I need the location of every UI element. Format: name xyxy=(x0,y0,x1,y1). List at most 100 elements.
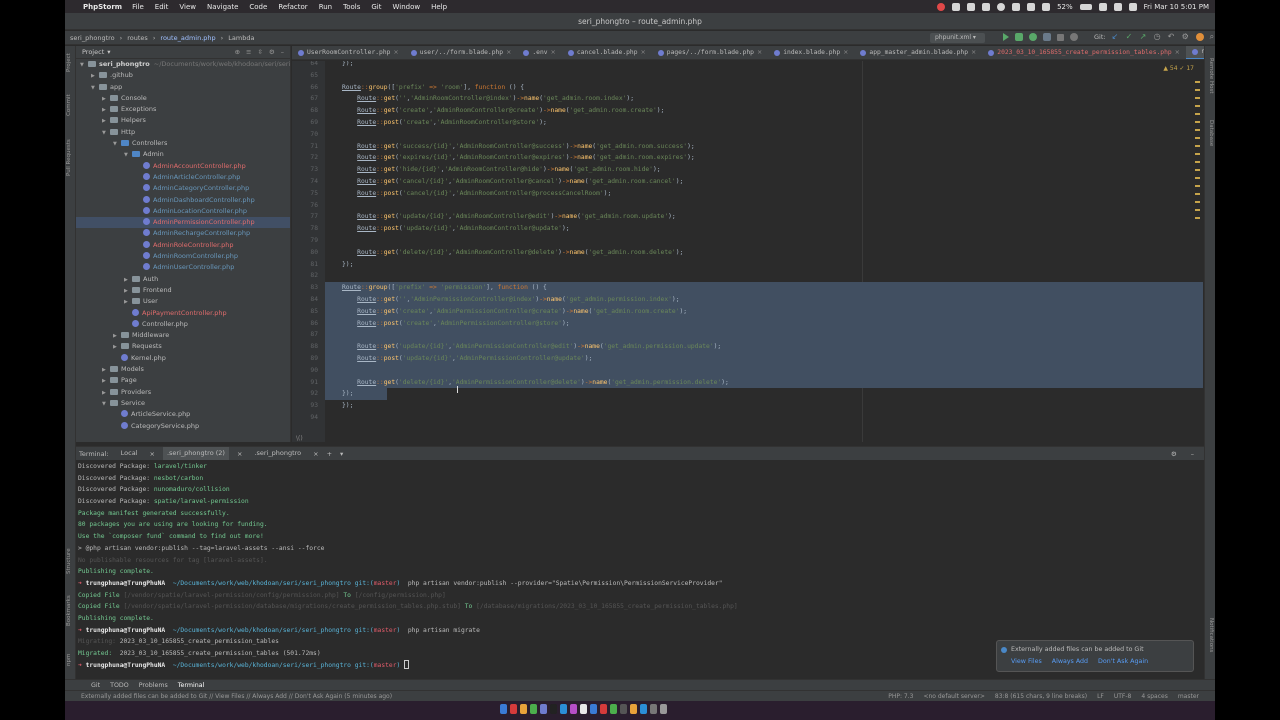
stop-icon[interactable] xyxy=(1057,33,1064,41)
battery-icon[interactable] xyxy=(1079,3,1092,10)
tree-folder[interactable]: ▼ Http xyxy=(76,127,290,138)
dock-app-icon[interactable] xyxy=(640,704,647,714)
tree-folder[interactable]: ▶ Exceptions xyxy=(76,104,290,115)
tree-folder[interactable]: ▶ Requests xyxy=(76,341,290,352)
tree-file[interactable]: AdminRoomController.php xyxy=(76,251,290,262)
update-icon[interactable] xyxy=(1195,33,1204,41)
gear-icon[interactable]: ⚙ xyxy=(1171,450,1177,458)
menu-code[interactable]: Code xyxy=(249,3,267,11)
tree-file[interactable]: AdminAccountController.php xyxy=(76,161,290,172)
warning-marker[interactable] xyxy=(1195,105,1200,107)
search-icon[interactable] xyxy=(1113,2,1122,11)
gear-icon[interactable]: ⚙ xyxy=(269,48,275,56)
breadcrumb-file[interactable]: route_admin.php xyxy=(155,34,220,42)
menubar-clock[interactable]: Fri Mar 10 5:01 PM xyxy=(1144,3,1209,11)
warning-marker[interactable] xyxy=(1195,81,1200,83)
dock-app-icon[interactable] xyxy=(620,704,627,714)
tree-file[interactable]: ApiPaymentController.php xyxy=(76,308,290,319)
warning-marker[interactable] xyxy=(1195,201,1200,203)
menu-help[interactable]: Help xyxy=(431,3,447,11)
tool-pull-requests[interactable]: Pull Requests xyxy=(66,139,72,176)
code-line[interactable]: 67 Route::get('','AdminRoomController@in… xyxy=(292,93,1204,105)
tree-folder[interactable]: ▼ Service xyxy=(76,398,290,409)
tree-folder[interactable]: ▶ Providers xyxy=(76,387,290,398)
editor-tab[interactable]: index.blade.php × xyxy=(768,46,854,59)
status-line-separator[interactable]: LF xyxy=(1097,693,1104,700)
dock-app-icon[interactable] xyxy=(630,704,637,714)
editor-tab[interactable]: pages/../form.blade.php × xyxy=(652,46,768,59)
warning-marker[interactable] xyxy=(1195,89,1200,91)
git-push-icon[interactable]: ↗ xyxy=(1140,33,1148,41)
code-line[interactable]: 86 Route::post('create','AdminPermission… xyxy=(292,318,1204,330)
warning-marker[interactable] xyxy=(1195,153,1200,155)
editor-breadcrumb[interactable]: \() xyxy=(296,435,303,442)
app-name[interactable]: PhpStorm xyxy=(83,3,122,11)
tree-file[interactable]: AdminCategoryController.php xyxy=(76,183,290,194)
tree-folder[interactable]: ▼ Controllers xyxy=(76,138,290,149)
tree-folder[interactable]: ▼ seri_phongtro ~/Documents/work/web/khodo… xyxy=(76,59,290,70)
code-line[interactable]: 74 Route::get('cancel/{id}','AdminRoomCo… xyxy=(292,176,1204,188)
code-line[interactable]: 70 xyxy=(292,129,1204,141)
close-icon[interactable]: × xyxy=(393,46,398,59)
close-icon[interactable]: × xyxy=(313,450,318,458)
coverage-icon[interactable] xyxy=(1029,33,1037,41)
tool-git[interactable]: Git xyxy=(91,682,100,689)
tool-project[interactable]: Project xyxy=(66,53,72,72)
rollback-icon[interactable]: ↶ xyxy=(1168,33,1176,41)
menu-tools[interactable]: Tools xyxy=(343,3,360,11)
dock-app-icon[interactable] xyxy=(650,704,657,714)
warning-marker[interactable] xyxy=(1195,97,1200,99)
search-everywhere-icon[interactable]: ⌕ xyxy=(1210,33,1215,41)
code-line[interactable]: 72 Route::get('expires/{id}','AdminRoomC… xyxy=(292,152,1204,164)
code-line[interactable]: 73 Route::get('hide/{id}','AdminRoomCont… xyxy=(292,164,1204,176)
tool-notifications[interactable]: Notifications xyxy=(1208,618,1214,652)
status-app-icon[interactable] xyxy=(967,2,976,11)
chevron-down-icon[interactable]: ▾ xyxy=(107,48,110,56)
tool-todo[interactable]: TODO xyxy=(110,682,129,689)
tree-folder[interactable]: ▶ Frontend xyxy=(76,285,290,296)
warning-marker[interactable] xyxy=(1195,137,1200,139)
warning-marker[interactable] xyxy=(1195,177,1200,179)
dock-app-icon[interactable] xyxy=(580,704,587,714)
code-line[interactable]: 64}); xyxy=(292,61,1204,70)
gear-icon[interactable]: ⚙ xyxy=(1182,33,1190,41)
tree-folder[interactable]: ▶ Page xyxy=(76,375,290,386)
tool-terminal[interactable]: Terminal xyxy=(178,682,205,689)
tree-file[interactable]: AdminLocationController.php xyxy=(76,206,290,217)
editor-tab[interactable]: UserRoomController.php × xyxy=(292,46,405,59)
editor-tab[interactable]: .env × xyxy=(517,46,561,59)
dock-app-icon[interactable] xyxy=(500,704,507,714)
locate-icon[interactable]: ⊕ xyxy=(235,48,240,56)
code-line[interactable]: 87 xyxy=(292,329,1204,341)
status-indent[interactable]: 4 spaces xyxy=(1141,693,1167,700)
code-line[interactable]: 93}); xyxy=(292,400,1204,412)
status-app-icon[interactable] xyxy=(997,2,1006,11)
tree-folder[interactable]: ▶ Helpers xyxy=(76,115,290,126)
code-line[interactable]: 83 Route::group(['prefix' => 'permission'… xyxy=(292,282,1204,294)
status-app-icon[interactable] xyxy=(1012,2,1021,11)
status-app-icon[interactable] xyxy=(982,2,991,11)
tool-commit[interactable]: Commit xyxy=(66,94,72,116)
code-line[interactable]: 92}); xyxy=(292,388,1204,400)
code-line[interactable]: 82 xyxy=(292,270,1204,282)
menu-view[interactable]: View xyxy=(179,3,196,11)
code-line[interactable]: 89 Route::post('update/{id}','AdminPermi… xyxy=(292,353,1204,365)
status-message[interactable]: Externally added files can be added to G… xyxy=(81,693,392,700)
tree-folder[interactable]: ▶ Console xyxy=(76,93,290,104)
code-line[interactable]: 84 Route::get('','AdminPermissionControl… xyxy=(292,294,1204,306)
code-line[interactable]: 76 xyxy=(292,200,1204,212)
tool-problems[interactable]: Problems xyxy=(139,682,168,689)
tree-file[interactable]: AdminUserController.php xyxy=(76,262,290,273)
editor-tab[interactable]: cancel.blade.php × xyxy=(562,46,652,59)
control-center-icon[interactable] xyxy=(1128,2,1137,11)
warning-marker[interactable] xyxy=(1195,169,1200,171)
volume-icon[interactable] xyxy=(1042,2,1051,11)
run-icon[interactable] xyxy=(1003,33,1009,41)
editor-tab[interactable]: user/../form.blade.php × xyxy=(405,46,518,59)
code-line[interactable]: 85 Route::get('create','AdminPermissionC… xyxy=(292,306,1204,318)
tool-database[interactable]: Database xyxy=(1208,120,1214,146)
editor-tab[interactable]: 2023_03_10_165855_create_permission_tabl… xyxy=(982,46,1186,59)
tool-remote-host[interactable]: Remote Host xyxy=(1208,58,1214,94)
dock-app-icon[interactable] xyxy=(530,704,537,714)
dock-app-icon[interactable] xyxy=(600,704,607,714)
